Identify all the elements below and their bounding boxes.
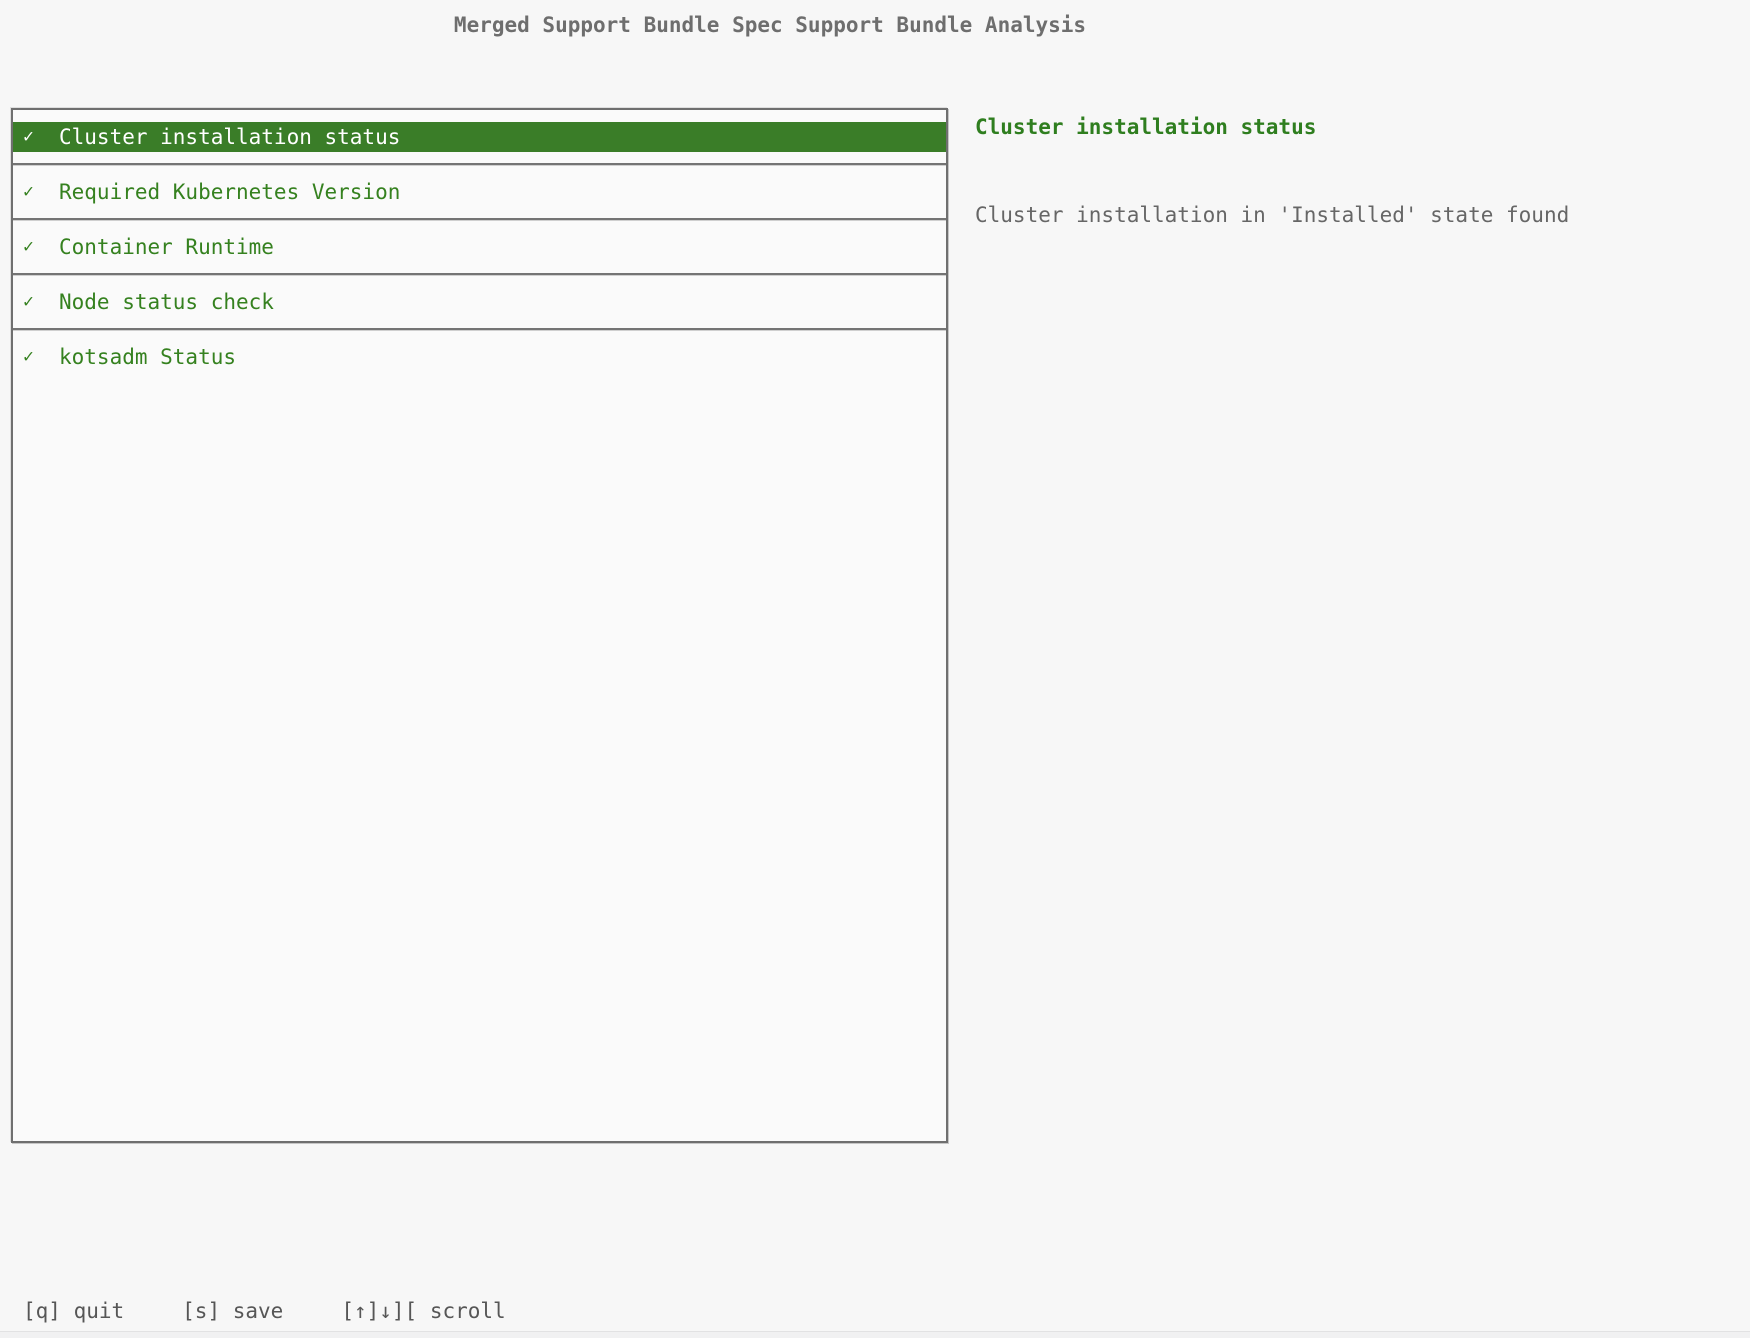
quit-hint[interactable]: [q] quit [23,1299,124,1323]
list-item[interactable]: ✓ Required Kubernetes Version [13,165,946,220]
list-item-line: ✓ kotsadm Status [13,342,946,372]
check-icon: ✓ [23,128,39,146]
list-item[interactable]: ✓ kotsadm Status [13,330,946,383]
window-bottom-edge [0,1331,1750,1338]
list-item-line: ✓ Required Kubernetes Version [13,177,946,207]
list-item-line: ✓ Cluster installation status [13,122,946,152]
list-item-label: Cluster installation status [59,125,400,149]
app-title: Merged Support Bundle Spec Support Bundl… [0,13,1540,37]
scroll-hint: [↑]↓][ scroll [341,1299,505,1323]
detail-heading: Cluster installation status [975,114,1715,140]
detail-panel: Cluster installation status Cluster inst… [975,114,1715,228]
save-hint[interactable]: [s] save [182,1299,283,1323]
list-item[interactable]: ✓ Cluster installation status [13,110,946,165]
list-item-label: Container Runtime [59,235,274,259]
terminal-screen: Merged Support Bundle Spec Support Bundl… [0,0,1750,1338]
list-item-line: ✓ Container Runtime [13,232,946,262]
list-item-label: kotsadm Status [59,345,236,369]
list-item[interactable]: ✓ Container Runtime [13,220,946,275]
analyzer-list-panel: ✓ Cluster installation status ✓ Required… [11,108,948,1143]
check-icon: ✓ [23,293,39,311]
list-item-label: Node status check [59,290,274,314]
check-icon: ✓ [23,238,39,256]
check-icon: ✓ [23,183,39,201]
list-item-label: Required Kubernetes Version [59,180,400,204]
list-item[interactable]: ✓ Node status check [13,275,946,330]
detail-body: Cluster installation in 'Installed' stat… [975,202,1715,228]
check-icon: ✓ [23,348,39,366]
footer-hints: [q] quit [s] save [↑]↓][ scroll [23,1299,506,1323]
list-item-line: ✓ Node status check [13,287,946,317]
